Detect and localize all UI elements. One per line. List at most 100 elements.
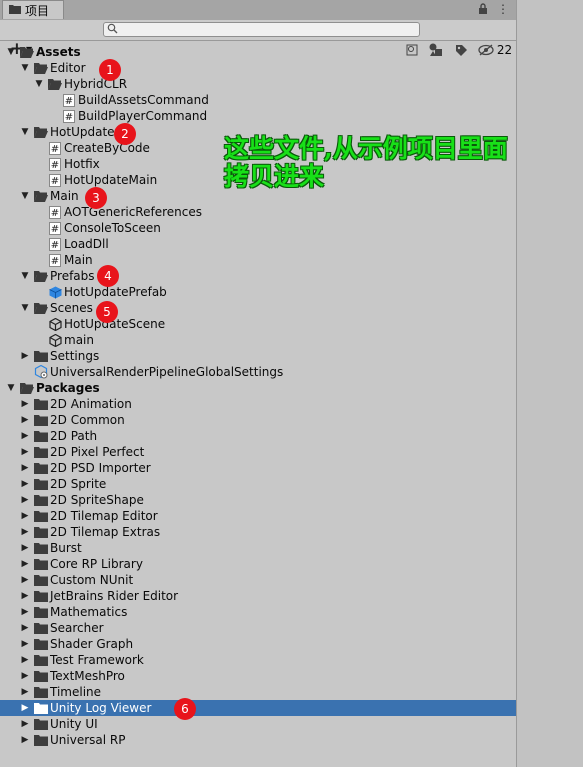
- package-item[interactable]: ▶ Mathematics: [0, 604, 516, 620]
- folder-icon: [34, 605, 48, 619]
- menu-icon[interactable]: ⋮: [497, 2, 509, 16]
- package-item[interactable]: ▶ Custom NUnit: [0, 572, 516, 588]
- expand-arrow-right-icon[interactable]: ▶: [20, 623, 30, 633]
- tree-item-console-to-sceen[interactable]: # ConsoleToSceen: [0, 220, 516, 236]
- package-item[interactable]: ▶ TextMeshPro: [0, 668, 516, 684]
- expand-arrow-right-icon[interactable]: ▶: [20, 447, 30, 457]
- package-item[interactable]: ▶ Universal RP: [0, 732, 516, 748]
- expand-arrow-right-icon[interactable]: ▶: [20, 591, 30, 601]
- tree-item-settings[interactable]: ▶ Settings: [0, 348, 516, 364]
- expand-arrow-right-icon[interactable]: ▶: [20, 351, 30, 361]
- expand-arrow-right-icon[interactable]: ▶: [20, 463, 30, 473]
- tree-item-label: 2D Pixel Perfect: [50, 445, 145, 459]
- tree-item-main-script[interactable]: # Main: [0, 252, 516, 268]
- tree-item-label: LoadDll: [64, 237, 109, 251]
- package-item[interactable]: ▶ Shader Graph: [0, 636, 516, 652]
- expand-arrow-down-icon[interactable]: ▼: [34, 79, 44, 89]
- folder-icon: [20, 381, 34, 395]
- tab-project-label: 项目: [25, 3, 50, 18]
- expand-arrow-right-icon[interactable]: ▶: [20, 655, 30, 665]
- expand-arrow-right-icon[interactable]: ▶: [20, 511, 30, 521]
- expand-arrow-right-icon[interactable]: ▶: [20, 543, 30, 553]
- tree-item-label: UniversalRenderPipelineGlobalSettings: [50, 365, 284, 379]
- folder-icon: [48, 77, 62, 91]
- tree-item-label: 2D Sprite: [50, 477, 107, 491]
- folder-icon: [34, 429, 48, 443]
- expand-arrow-right-icon[interactable]: ▶: [20, 719, 30, 729]
- expand-arrow-down-icon[interactable]: ▼: [20, 303, 30, 313]
- tree-item-editor[interactable]: ▼ Editor: [0, 60, 516, 76]
- expand-arrow-right-icon[interactable]: ▶: [20, 495, 30, 505]
- expand-arrow-down-icon[interactable]: ▼: [6, 47, 16, 57]
- expand-arrow-right-icon[interactable]: ▶: [20, 671, 30, 681]
- prefab-icon: [48, 285, 62, 299]
- package-item[interactable]: ▶ 2D Tilemap Editor: [0, 508, 516, 524]
- tree-item-assets[interactable]: ▼ Assets: [0, 44, 516, 60]
- package-item[interactable]: ▶ 2D Tilemap Extras: [0, 524, 516, 540]
- package-item[interactable]: ▶ 2D Path: [0, 428, 516, 444]
- tree-item-label: Shader Graph: [50, 637, 134, 651]
- expand-arrow-right-icon[interactable]: ▶: [20, 479, 30, 489]
- tree-item-label: Packages: [36, 381, 100, 395]
- package-item[interactable]: ▶ 2D Sprite: [0, 476, 516, 492]
- folder-icon: [34, 125, 48, 139]
- tree-item-scenes[interactable]: ▼ Scenes: [0, 300, 516, 316]
- folder-icon: [34, 269, 48, 283]
- tree-item-build-player-command[interactable]: # BuildPlayerCommand: [0, 108, 516, 124]
- tree-item-urp-global-settings[interactable]: UniversalRenderPipelineGlobalSettings: [0, 364, 516, 380]
- package-item[interactable]: ▶ Searcher: [0, 620, 516, 636]
- tree-item-load-dll[interactable]: # LoadDll: [0, 236, 516, 252]
- tree-item-aot-generic-references[interactable]: # AOTGenericReferences: [0, 204, 516, 220]
- expand-arrow-right-icon[interactable]: ▶: [20, 527, 30, 537]
- expand-arrow-right-icon[interactable]: ▶: [20, 607, 30, 617]
- package-item[interactable]: ▶ Burst: [0, 540, 516, 556]
- package-item[interactable]: ▶ 2D PSD Importer: [0, 460, 516, 476]
- expand-arrow-down-icon[interactable]: ▼: [20, 191, 30, 201]
- tree-item-build-assets-command[interactable]: # BuildAssetsCommand: [0, 92, 516, 108]
- expand-arrow-right-icon[interactable]: ▶: [20, 703, 30, 713]
- tree-item-label: HotUpdate: [50, 125, 115, 139]
- package-item[interactable]: ▶ Test Framework: [0, 652, 516, 668]
- settings-asset-icon: [34, 365, 48, 379]
- expand-arrow-right-icon[interactable]: ▶: [20, 687, 30, 697]
- tab-project[interactable]: 项目: [2, 0, 64, 19]
- package-item[interactable]: ▶ 2D Pixel Perfect: [0, 444, 516, 460]
- expand-arrow-right-icon[interactable]: ▶: [20, 559, 30, 569]
- tree-item-label: Unity UI: [50, 717, 98, 731]
- package-item[interactable]: ▶ 2D Animation: [0, 396, 516, 412]
- tree-item-hybridclr[interactable]: ▼ HybridCLR: [0, 76, 516, 92]
- svg-text:#: #: [65, 96, 73, 107]
- package-item[interactable]: ▶ JetBrains Rider Editor: [0, 588, 516, 604]
- lock-icon[interactable]: [478, 3, 488, 18]
- folder-icon: [34, 397, 48, 411]
- package-item[interactable]: ▶ 2D Common: [0, 412, 516, 428]
- tree-item-hotupdate-scene[interactable]: HotUpdateScene: [0, 316, 516, 332]
- tree-item-packages[interactable]: ▼ Packages: [0, 380, 516, 396]
- tree-item-prefabs[interactable]: ▼ Prefabs: [0, 268, 516, 284]
- package-item[interactable]: ▶ Timeline: [0, 684, 516, 700]
- expand-arrow-down-icon[interactable]: ▼: [20, 127, 30, 137]
- folder-icon: [34, 637, 48, 651]
- package-item[interactable]: ▶ Unity Log Viewer: [0, 700, 516, 716]
- expand-arrow-down-icon[interactable]: ▼: [6, 383, 16, 393]
- expand-arrow-right-icon[interactable]: ▶: [20, 735, 30, 745]
- package-item[interactable]: ▶ 2D SpriteShape: [0, 492, 516, 508]
- annotation-line-1: 这些文件,从示例项目里面: [224, 134, 508, 163]
- expand-arrow-down-icon[interactable]: ▼: [20, 63, 30, 73]
- package-item[interactable]: ▶ Core RP Library: [0, 556, 516, 572]
- folder-icon: [34, 445, 48, 459]
- expand-arrow-right-icon[interactable]: ▶: [20, 431, 30, 441]
- tree-item-hotupdate-prefab[interactable]: HotUpdatePrefab: [0, 284, 516, 300]
- expand-arrow-right-icon[interactable]: ▶: [20, 575, 30, 585]
- expand-arrow-right-icon[interactable]: ▶: [20, 415, 30, 425]
- tree-item-label: Main: [50, 189, 79, 203]
- search-input[interactable]: [103, 22, 420, 37]
- script-icon: #: [48, 157, 62, 171]
- package-item[interactable]: ▶ Unity UI: [0, 716, 516, 732]
- tree-item-main-scene[interactable]: main: [0, 332, 516, 348]
- tree-item-label: 2D SpriteShape: [50, 493, 144, 507]
- expand-arrow-down-icon[interactable]: ▼: [20, 271, 30, 281]
- tree-item-label: Core RP Library: [50, 557, 143, 571]
- expand-arrow-right-icon[interactable]: ▶: [20, 399, 30, 409]
- expand-arrow-right-icon[interactable]: ▶: [20, 639, 30, 649]
